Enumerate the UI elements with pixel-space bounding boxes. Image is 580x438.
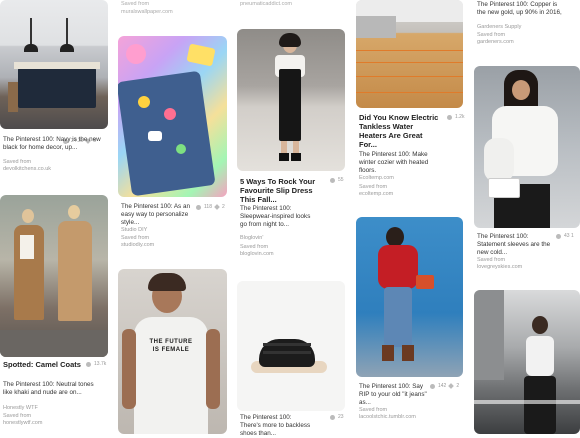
repin-count: 118 bbox=[204, 204, 212, 210]
pin-source-link[interactable]: gardeners.com bbox=[477, 39, 514, 46]
pin-source-link[interactable]: muralswallpaper.com bbox=[121, 9, 173, 15]
pin-description-sleeves: The Pinterest 100: Statement sleeves are… bbox=[477, 233, 551, 256]
pin-source-link[interactable]: lacoolstchic.tumblr.com bbox=[359, 414, 416, 421]
saved-from-label: Saved from bbox=[477, 32, 506, 38]
repin-count: 23 bbox=[338, 414, 344, 420]
pin-image-future-female[interactable]: THE FUTURE IS FEMALE bbox=[118, 269, 227, 434]
pin-author[interactable]: Bloglovin' bbox=[240, 235, 263, 242]
pin-image-patches[interactable] bbox=[118, 36, 227, 197]
pin-source-link[interactable]: devolkitchens.co.uk bbox=[3, 166, 51, 173]
repin-count: 142 bbox=[438, 383, 447, 389]
repin-icon bbox=[196, 204, 201, 210]
pin-image-street-style[interactable] bbox=[474, 290, 580, 434]
tshirt-slogan: THE FUTURE IS FEMALE bbox=[149, 339, 193, 353]
pin-source-link[interactable]: bloglovin.com bbox=[240, 251, 274, 258]
like-count: 2 bbox=[221, 204, 225, 210]
pin-description-copper: The Pinterest 100: Copper is the new gol… bbox=[477, 1, 562, 16]
pin-meta-sleeves: 43 bbox=[556, 233, 570, 239]
pin-meta-slip-dress: 55 bbox=[330, 177, 344, 183]
like-icon bbox=[214, 204, 220, 210]
pin-image-slip-dress[interactable] bbox=[237, 29, 345, 171]
pin-image-camel-coats[interactable] bbox=[0, 195, 108, 357]
like-icon bbox=[448, 383, 455, 389]
pin-title-heaters[interactable]: Did You Know Electric Tankless Water Hea… bbox=[359, 113, 441, 149]
repin-count: 13.7k bbox=[94, 361, 107, 367]
pin-source-link[interactable]: lovegreyskies.com bbox=[477, 264, 522, 271]
saved-from-label: Saved from bbox=[3, 413, 32, 419]
repin-icon bbox=[430, 383, 435, 389]
like-count: 1 bbox=[571, 233, 574, 239]
pin-author[interactable]: Gardeners Supply bbox=[477, 24, 521, 31]
pin-meta-patches: 118 2 bbox=[196, 204, 225, 210]
pin-meta-slide: 23 bbox=[330, 414, 344, 420]
saved-from-label: Saved from bbox=[359, 407, 388, 413]
pin-source-link[interactable]: studiodiy.com bbox=[121, 242, 154, 249]
pin-title-camel[interactable]: Spotted: Camel Coats bbox=[3, 360, 83, 369]
repin-icon bbox=[556, 233, 561, 239]
pin-meta-sleeves-likes: 1 bbox=[571, 233, 574, 239]
pin-source-link[interactable]: ecoltemp.com bbox=[359, 191, 393, 198]
repin-count: 55 bbox=[338, 177, 344, 183]
pin-source-link[interactable]: honestlywtf.com bbox=[3, 420, 42, 427]
repin-icon bbox=[330, 414, 335, 420]
pin-description-rip: The Pinterest 100: Say RIP to your old "… bbox=[359, 383, 427, 406]
pin-image-heated-floors[interactable] bbox=[356, 0, 463, 108]
repin-icon bbox=[86, 361, 91, 367]
repin-count: 43 bbox=[564, 233, 570, 239]
saved-from-label: Saved from bbox=[3, 159, 32, 165]
pin-meta-rip: 142 2 bbox=[430, 383, 459, 389]
pin-author[interactable]: Ecoltemp.com bbox=[359, 175, 394, 182]
pin-title-slip-dress[interactable]: 5 Ways To Rock Your Favourite Slip Dress… bbox=[240, 177, 320, 204]
pin-author[interactable]: Studio DIY bbox=[121, 227, 147, 234]
saved-from-label: Saved from bbox=[121, 1, 150, 7]
pin-description-heaters: The Pinterest 100: Make winter cozier wi… bbox=[359, 151, 429, 174]
pin-image-red-sweater[interactable] bbox=[356, 217, 463, 377]
pin-description-camel: The Pinterest 100: Neutral tones like kh… bbox=[3, 381, 94, 396]
repin-count: 1.2k bbox=[455, 114, 465, 120]
pin-image-statement-sleeves[interactable] bbox=[474, 66, 580, 228]
pin-source-link[interactable]: pneumaticaddict.com bbox=[240, 1, 292, 7]
pin-meta-camel: 13.7k bbox=[86, 361, 106, 367]
repin-icon bbox=[447, 114, 452, 120]
pin-meta-heaters: 1.2k bbox=[447, 114, 464, 120]
pin-image-slide-shoe[interactable] bbox=[237, 281, 345, 411]
pin-description-patches: The Pinterest 100: As an easy way to per… bbox=[121, 203, 190, 226]
saved-from-label: Saved from bbox=[240, 244, 269, 250]
saved-from-label: Saved from bbox=[477, 257, 506, 263]
like-count: 2 bbox=[456, 383, 460, 389]
saved-from-label: Saved from bbox=[121, 235, 150, 241]
pin-author[interactable]: Honestly WTF bbox=[3, 405, 38, 412]
pin-description-slide: The Pinterest 100: There's more to backl… bbox=[240, 414, 311, 437]
pin-description-slip-dress: The Pinterest 100: Sleepwear-inspired lo… bbox=[240, 205, 311, 228]
repin-icon bbox=[330, 177, 335, 183]
pin-description-kitchen: The Pinterest 100: Navy is the new black… bbox=[3, 136, 101, 151]
saved-from-label: Saved from bbox=[359, 184, 388, 190]
pin-image-kitchen[interactable] bbox=[0, 0, 108, 129]
